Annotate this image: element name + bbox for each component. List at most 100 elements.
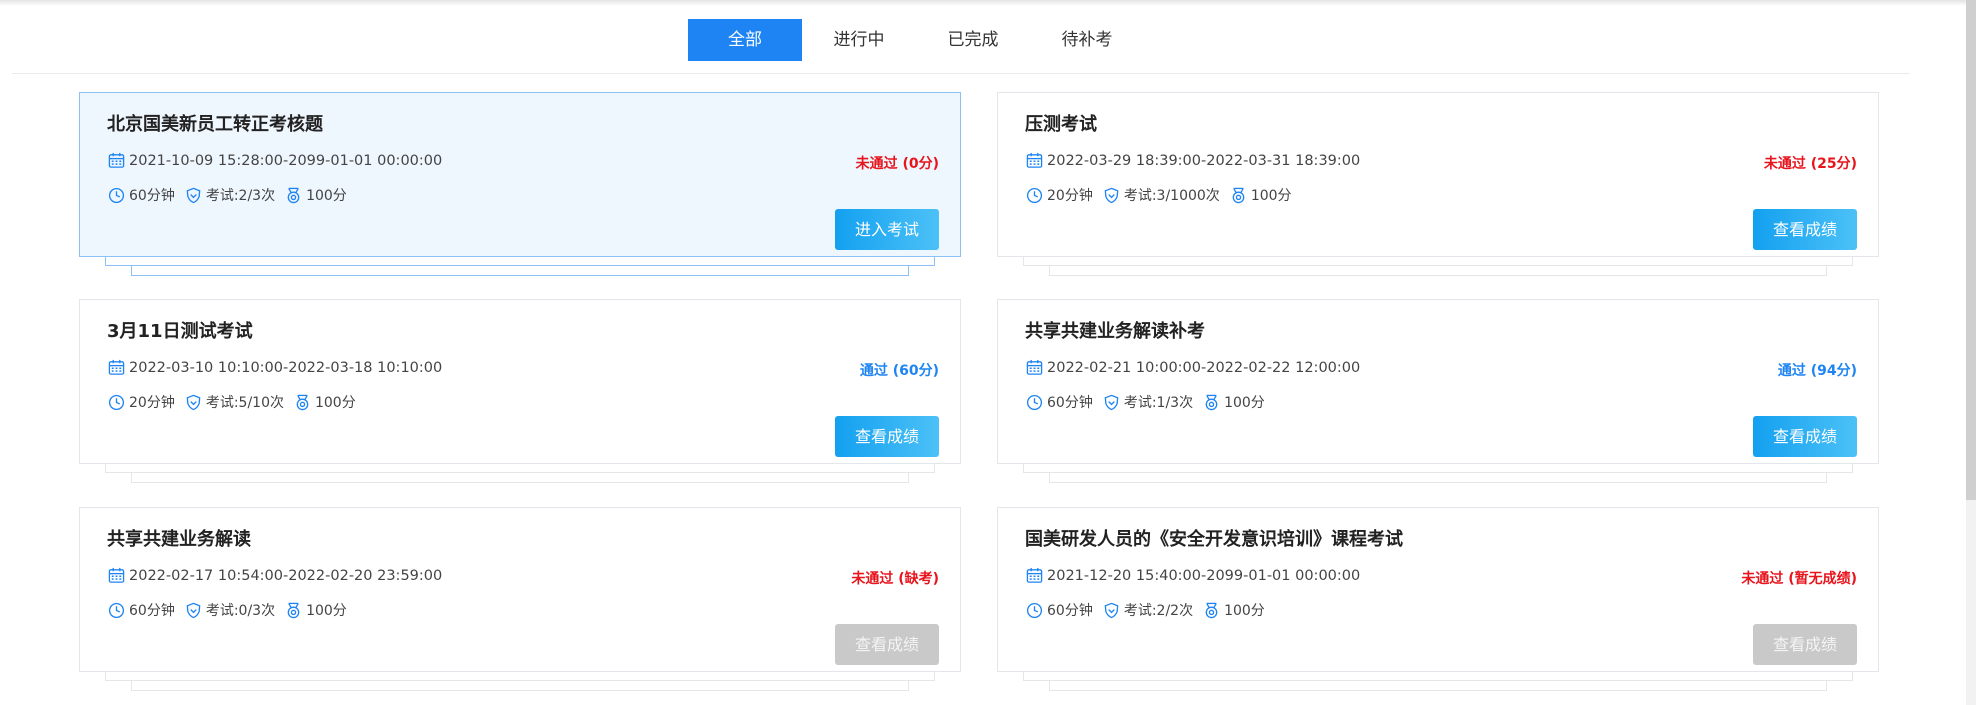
exam-full-score: 100分 <box>306 603 347 619</box>
exam-attempts: 考试:2/3次 <box>205 188 276 204</box>
clock-icon <box>1026 187 1043 204</box>
tab-all[interactable]: 全部 <box>688 19 802 61</box>
exam-period-row: 2022-02-21 10:00:00-2022-02-22 12:00:00 <box>1026 359 1360 376</box>
exam-card: 共享共建业务解读补考 2022-02-21 10:00:00-2022-02-22… <box>997 299 1879 485</box>
exam-full-score: 100分 <box>314 395 356 411</box>
exam-attempts: 考试:5/10次 <box>205 395 284 411</box>
exam-card-body[interactable]: 共享共建业务解读 2022-02-17 10:54:00-2022-02-20 2… <box>79 507 961 672</box>
exam-action-button[interactable]: 查看成绩 <box>1753 416 1857 457</box>
exam-title: 北京国美新员工转正考核题 <box>107 114 323 135</box>
exam-period-row: 2022-03-29 18:39:00-2022-03-31 18:39:00 <box>1026 152 1360 169</box>
exam-status: 通过 (94分) <box>1777 363 1857 379</box>
card-stack-shadow <box>1049 266 1827 276</box>
card-stack-shadow <box>1049 681 1827 691</box>
exam-card-body[interactable]: 北京国美新员工转正考核题 2021-10-09 15:28:00-2099-01-… <box>79 92 961 257</box>
clock-icon <box>1026 602 1043 619</box>
exam-duration: 60分钟 <box>1047 395 1093 411</box>
exam-period: 2022-03-10 10:10:00-2022-03-18 10:10:00 <box>129 359 443 376</box>
exam-card-body[interactable]: 共享共建业务解读补考 2022-02-21 10:00:00-2022-02-22… <box>997 299 1879 464</box>
exam-action-button[interactable]: 查看成绩 <box>1753 209 1857 250</box>
exam-attempts: 考试:0/3次 <box>205 603 276 619</box>
medal-icon <box>1230 187 1247 204</box>
exam-card: 压测考试 2022-03-29 18:39:00-2022-03-31 18:39… <box>997 92 1879 278</box>
card-stack-shadow <box>1049 473 1827 483</box>
calendar-icon <box>108 567 125 584</box>
exam-status: 通过 (60分) <box>859 363 939 379</box>
exam-status: 未通过 (缺考) <box>851 571 939 587</box>
clock-icon <box>108 602 125 619</box>
exam-action-button: 查看成绩 <box>835 624 939 665</box>
exam-card-body[interactable]: 国美研发人员的《安全开发意识培训》课程考试 2021-12-20 15:40:00… <box>997 507 1879 672</box>
exam-period: 2022-02-17 10:54:00-2022-02-20 23:59:00 <box>129 567 443 584</box>
exam-card: 3月11日测试考试 2022-03-10 10:10:00-2022-03-18 … <box>79 299 961 485</box>
exam-meta-row: 60分钟 考试:2/2次 100分 <box>1026 600 1275 620</box>
exam-card-body[interactable]: 压测考试 2022-03-29 18:39:00-2022-03-31 18:39… <box>997 92 1879 257</box>
exam-attempts: 考试:2/2次 <box>1123 603 1194 619</box>
medal-icon <box>294 394 311 411</box>
exam-card: 北京国美新员工转正考核题 2021-10-09 15:28:00-2099-01-… <box>79 92 961 278</box>
top-shadow <box>0 0 1976 6</box>
clock-icon <box>108 394 125 411</box>
clock-icon <box>1026 394 1043 411</box>
clock-icon <box>108 187 125 204</box>
calendar-icon <box>1026 152 1043 169</box>
exam-full-score: 100分 <box>1224 395 1265 411</box>
shield-icon <box>185 602 202 619</box>
shield-icon <box>185 187 202 204</box>
scrollbar-thumb[interactable] <box>1966 0 1976 500</box>
exam-meta-row: 60分钟 考试:1/3次 100分 <box>1026 392 1275 412</box>
exam-meta-row: 60分钟 考试:2/3次 100分 <box>108 185 357 205</box>
exam-full-score: 100分 <box>1250 188 1292 204</box>
exam-period: 2022-03-29 18:39:00-2022-03-31 18:39:00 <box>1047 152 1361 169</box>
exam-status: 未通过 (25分) <box>1763 156 1857 172</box>
exam-period-row: 2022-03-10 10:10:00-2022-03-18 10:10:00 <box>108 359 442 376</box>
tab-in-progress[interactable]: 进行中 <box>802 19 916 61</box>
card-stack-shadow <box>131 266 909 276</box>
scrollbar-track[interactable] <box>1966 0 1976 705</box>
calendar-icon <box>108 152 125 169</box>
status-tabs: 全部 进行中 已完成 待补考 <box>688 19 1144 61</box>
exam-card-body[interactable]: 3月11日测试考试 2022-03-10 10:10:00-2022-03-18 … <box>79 299 961 464</box>
exam-action-button[interactable]: 查看成绩 <box>835 416 939 457</box>
exam-period-row: 2022-02-17 10:54:00-2022-02-20 23:59:00 <box>108 567 442 584</box>
exam-duration: 20分钟 <box>1047 188 1093 204</box>
exam-meta-row: 20分钟 考试:5/10次 100分 <box>108 392 366 412</box>
exam-action-button: 查看成绩 <box>1753 624 1857 665</box>
calendar-icon <box>1026 567 1043 584</box>
exam-period: 2022-02-21 10:00:00-2022-02-22 12:00:00 <box>1047 359 1361 376</box>
exam-full-score: 100分 <box>1224 603 1265 619</box>
exam-attempts: 考试:3/1000次 <box>1123 188 1220 204</box>
tab-makeup[interactable]: 待补考 <box>1030 19 1144 61</box>
exam-action-button[interactable]: 进入考试 <box>835 209 939 250</box>
exam-title: 3月11日测试考试 <box>107 321 253 342</box>
shield-icon <box>1103 394 1120 411</box>
exam-status: 未通过 (暂无成绩) <box>1741 571 1857 587</box>
exam-card: 共享共建业务解读 2022-02-17 10:54:00-2022-02-20 2… <box>79 507 961 693</box>
shield-icon <box>1103 187 1120 204</box>
exam-title: 共享共建业务解读补考 <box>1025 321 1205 342</box>
medal-icon <box>285 187 302 204</box>
tab-completed[interactable]: 已完成 <box>916 19 1030 61</box>
exam-title: 压测考试 <box>1025 114 1097 135</box>
card-stack-shadow <box>131 473 909 483</box>
exam-meta-row: 60分钟 考试:0/3次 100分 <box>108 600 357 620</box>
exam-duration: 60分钟 <box>129 188 175 204</box>
tab-divider <box>12 73 1910 74</box>
exam-duration: 60分钟 <box>1047 603 1093 619</box>
card-stack-shadow <box>131 681 909 691</box>
exam-period-row: 2021-12-20 15:40:00-2099-01-01 00:00:00 <box>1026 567 1360 584</box>
calendar-icon <box>1026 359 1043 376</box>
exam-status: 未通过 (0分) <box>855 156 939 172</box>
exam-attempts: 考试:1/3次 <box>1123 395 1194 411</box>
medal-icon <box>285 602 302 619</box>
exam-title: 共享共建业务解读 <box>107 529 251 550</box>
medal-icon <box>1203 602 1220 619</box>
exam-period: 2021-12-20 15:40:00-2099-01-01 00:00:00 <box>1047 567 1361 584</box>
exam-card: 国美研发人员的《安全开发意识培训》课程考试 2021-12-20 15:40:00… <box>997 507 1879 693</box>
calendar-icon <box>108 359 125 376</box>
exam-duration: 60分钟 <box>129 603 175 619</box>
medal-icon <box>1203 394 1220 411</box>
shield-icon <box>1103 602 1120 619</box>
shield-icon <box>185 394 202 411</box>
exam-meta-row: 20分钟 考试:3/1000次 100分 <box>1026 185 1302 205</box>
